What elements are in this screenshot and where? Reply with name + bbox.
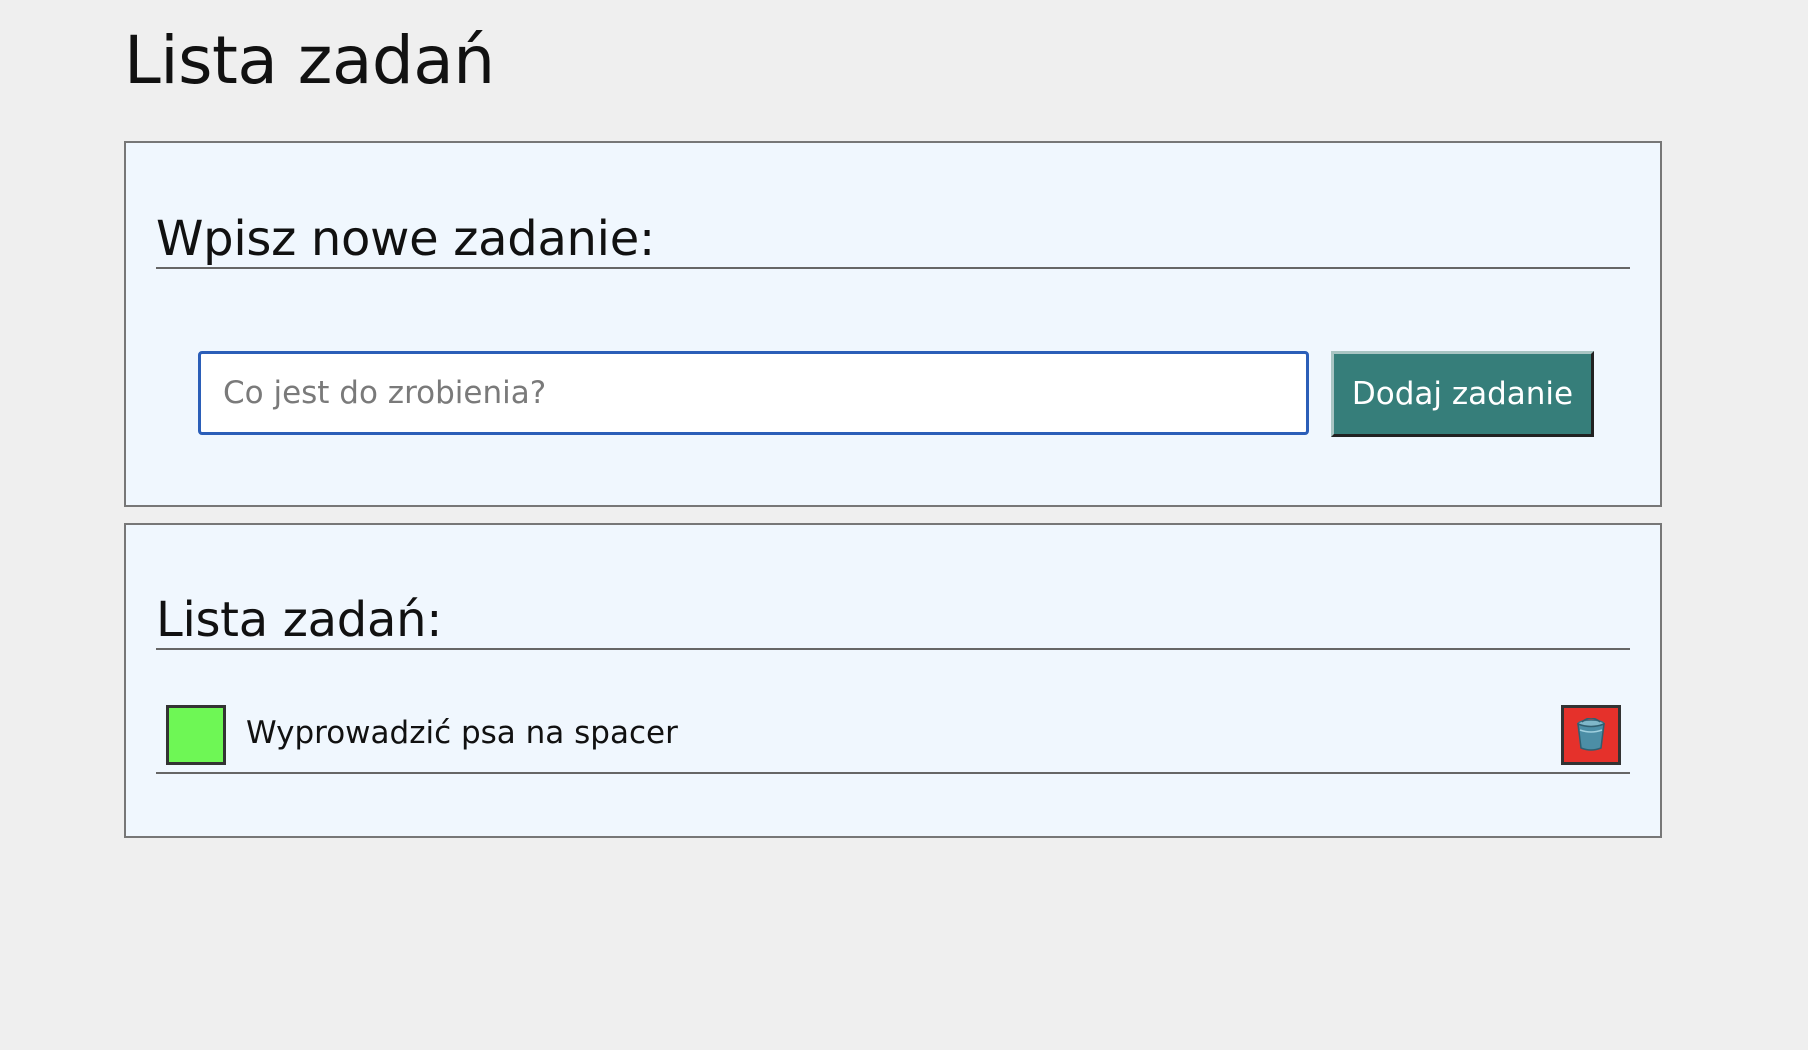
new-task-heading: Wpisz nowe zadanie:	[156, 209, 1630, 269]
new-task-panel: Wpisz nowe zadanie: Dodaj zadanie	[124, 141, 1662, 507]
delete-task-button[interactable]	[1561, 705, 1621, 765]
list-item: Wyprowadzić psa na spacer	[156, 700, 1630, 774]
task-list-panel: Lista zadań: Wyprowadzić psa na spacer	[124, 523, 1662, 838]
task-input[interactable]	[198, 351, 1309, 435]
task-text: Wyprowadzić psa na spacer	[246, 715, 678, 751]
task-list-heading: Lista zadań:	[156, 590, 1630, 650]
page-title: Lista zadań	[124, 22, 495, 99]
add-task-button[interactable]: Dodaj zadanie	[1331, 351, 1594, 437]
bucket-icon	[1577, 718, 1605, 751]
task-complete-checkbox[interactable]	[166, 705, 226, 765]
